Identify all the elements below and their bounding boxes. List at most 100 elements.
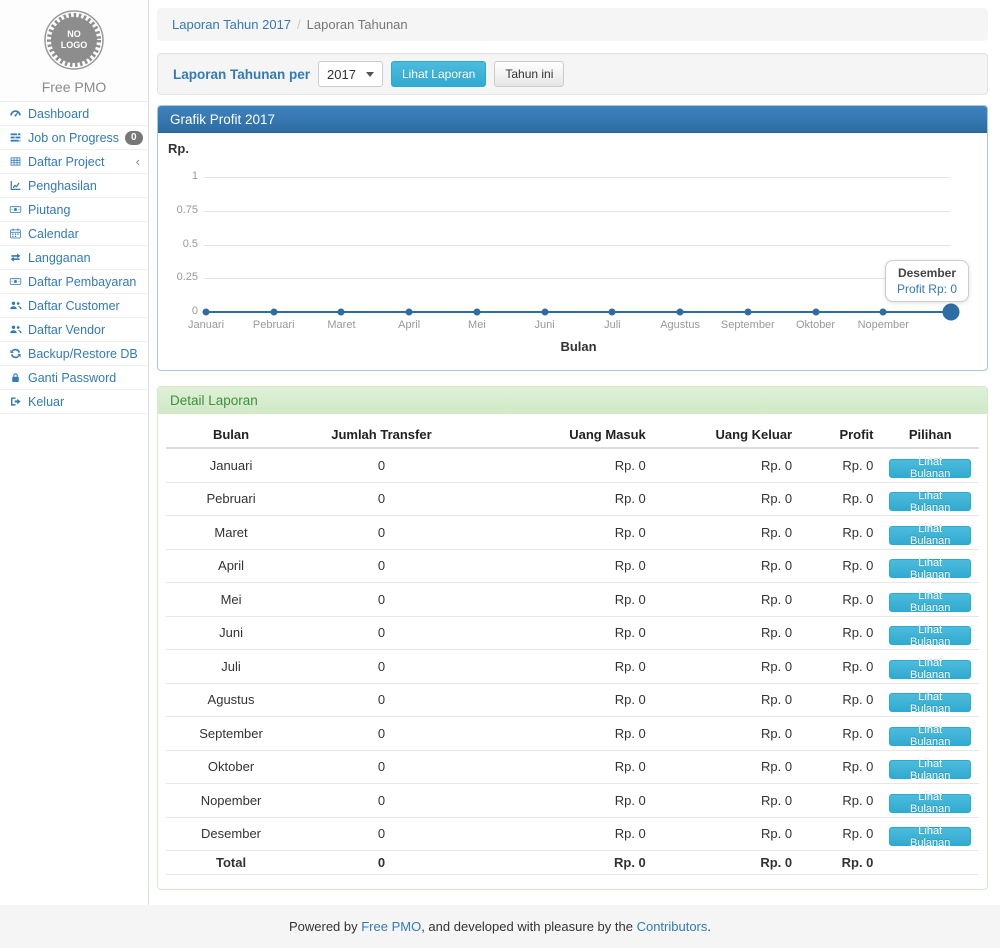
cell-bulan: Oktober bbox=[166, 750, 296, 784]
table-icon bbox=[8, 155, 22, 168]
sign-out-icon bbox=[8, 395, 22, 408]
chart-point-juli[interactable] bbox=[609, 309, 616, 316]
breadcrumb: Laporan Tahun 2017/Laporan Tahunan bbox=[157, 8, 988, 41]
cell-profit: Rp. 0 bbox=[800, 482, 881, 516]
cell-jumlah_transfer: 0 bbox=[296, 516, 467, 550]
detail-laporan-panel: Detail Laporan BulanJumlah TransferUang … bbox=[157, 386, 988, 890]
sidebar-item-keluar[interactable]: Keluar bbox=[0, 390, 148, 414]
sidebar-item-penghasilan[interactable]: Penghasilan bbox=[0, 174, 148, 198]
chart-point-oktober[interactable] bbox=[812, 309, 819, 316]
footer-text-prefix: Powered by bbox=[289, 919, 361, 934]
chart-point-nopember[interactable] bbox=[880, 309, 887, 316]
detail-panel-title: Detail Laporan bbox=[158, 387, 987, 414]
lihat-bulanan-button-oktober[interactable]: Lihat Bulanan bbox=[889, 760, 971, 779]
lihat-bulanan-button-juni[interactable]: Lihat Bulanan bbox=[889, 626, 971, 645]
lihat-bulanan-button-januari[interactable]: Lihat Bulanan bbox=[889, 459, 971, 478]
sidebar-item-daftar-customer[interactable]: Daftar Customer bbox=[0, 294, 148, 318]
cell-uang_masuk: Rp. 0 bbox=[467, 817, 654, 851]
lihat-bulanan-button-april[interactable]: Lihat Bulanan bbox=[889, 559, 971, 578]
sidebar-item-label: Daftar Pembayaran bbox=[28, 275, 136, 289]
sidebar-item-label: Piutang bbox=[28, 203, 70, 217]
sidebar-item-daftar-project[interactable]: Daftar Project‹ bbox=[0, 150, 148, 174]
sidebar-item-piutang[interactable]: Piutang bbox=[0, 198, 148, 222]
chart-y-axis-label: Rp. bbox=[168, 141, 189, 156]
sidebar-menu: DashboardJob on Progress0Daftar Project‹… bbox=[0, 101, 148, 414]
cell-pilihan: Lihat Bulanan bbox=[881, 683, 979, 717]
cell-uang_masuk: Rp. 0 bbox=[467, 516, 654, 550]
cell-uang_keluar: Rp. 0 bbox=[654, 717, 800, 751]
chart-y-tick-label: 0 bbox=[158, 305, 198, 317]
footer-link-contributors[interactable]: Contributors bbox=[637, 919, 708, 934]
sidebar-item-backup-restore-db[interactable]: Backup/Restore DB bbox=[0, 342, 148, 366]
lihat-bulanan-button-maret[interactable]: Lihat Bulanan bbox=[889, 526, 971, 545]
breadcrumb-current: Laporan Tahunan bbox=[307, 17, 408, 32]
svg-text:LOGO: LOGO bbox=[61, 40, 88, 50]
footer-link-free-pmo[interactable]: Free PMO bbox=[361, 919, 421, 934]
lihat-laporan-button[interactable]: Lihat Laporan bbox=[391, 61, 486, 87]
chart-point-desember[interactable] bbox=[943, 304, 960, 321]
sidebar: NO LOGO Free PMO DashboardJob on Progres… bbox=[0, 0, 149, 905]
chart-point-mei[interactable] bbox=[473, 309, 480, 316]
cell-bulan: Juni bbox=[166, 616, 296, 650]
sidebar-item-daftar-pembayaran[interactable]: Daftar Pembayaran bbox=[0, 270, 148, 294]
cell-uang_masuk: Rp. 0 bbox=[467, 717, 654, 751]
cell-pilihan: Lihat Bulanan bbox=[881, 784, 979, 818]
cell-profit: Rp. 0 bbox=[800, 616, 881, 650]
cell-uang_keluar: Rp. 0 bbox=[654, 482, 800, 516]
cell-uang_keluar: Rp. 0 bbox=[654, 616, 800, 650]
lihat-bulanan-button-mei[interactable]: Lihat Bulanan bbox=[889, 593, 971, 612]
tooltip-value: Profit Rp: 0 bbox=[897, 282, 957, 296]
chart-point-agustus[interactable] bbox=[677, 309, 684, 316]
sidebar-item-langganan[interactable]: Langganan bbox=[0, 246, 148, 270]
chart-point-pebruari[interactable] bbox=[270, 309, 277, 316]
cell-profit: Rp. 0 bbox=[800, 583, 881, 617]
year-select[interactable]: 2017 bbox=[318, 61, 383, 87]
lihat-bulanan-button-desember[interactable]: Lihat Bulanan bbox=[889, 827, 971, 846]
chart-x-tick-label: Maret bbox=[327, 319, 355, 331]
sidebar-item-job-on-progress[interactable]: Job on Progress0 bbox=[0, 126, 148, 150]
table-total-row: Total0Rp. 0Rp. 0Rp. 0 bbox=[166, 851, 979, 875]
cell-uang_masuk: Rp. 0 bbox=[467, 448, 654, 482]
cell-profit: Rp. 0 bbox=[800, 750, 881, 784]
table-row-nopember: Nopember0Rp. 0Rp. 0Rp. 0Lihat Bulanan bbox=[166, 784, 979, 818]
tooltip-title: Desember bbox=[897, 266, 957, 280]
chart-point-april[interactable] bbox=[406, 309, 413, 316]
cell-uang_keluar: Rp. 0 bbox=[654, 683, 800, 717]
cell-uang_masuk: Rp. 0 bbox=[467, 650, 654, 684]
lihat-bulanan-button-nopember[interactable]: Lihat Bulanan bbox=[889, 794, 971, 813]
cell-bulan: September bbox=[166, 717, 296, 751]
chart-point-september[interactable] bbox=[744, 309, 751, 316]
breadcrumb-link-laporan-tahun[interactable]: Laporan Tahun 2017 bbox=[172, 17, 291, 32]
cell-uang_masuk: Rp. 0 bbox=[467, 482, 654, 516]
column-header-uang-keluar: Uang Keluar bbox=[654, 422, 800, 448]
cell-jumlah_transfer: 0 bbox=[296, 482, 467, 516]
chart-y-tick-label: 1 bbox=[158, 170, 198, 182]
sidebar-item-dashboard[interactable]: Dashboard bbox=[0, 102, 148, 126]
table-row-juni: Juni0Rp. 0Rp. 0Rp. 0Lihat Bulanan bbox=[166, 616, 979, 650]
cell-jumlah_transfer: 0 bbox=[296, 549, 467, 583]
chart-point-juni[interactable] bbox=[541, 309, 548, 316]
sidebar-item-ganti-password[interactable]: Ganti Password bbox=[0, 366, 148, 390]
tahun-ini-button[interactable]: Tahun ini bbox=[494, 61, 564, 87]
total-uang_keluar: Rp. 0 bbox=[654, 851, 800, 875]
cell-uang_masuk: Rp. 0 bbox=[467, 784, 654, 818]
lihat-bulanan-button-september[interactable]: Lihat Bulanan bbox=[889, 727, 971, 746]
cell-profit: Rp. 0 bbox=[800, 448, 881, 482]
cell-bulan: Nopember bbox=[166, 784, 296, 818]
table-header-row: BulanJumlah TransferUang MasukUang Kelua… bbox=[166, 422, 979, 448]
sidebar-item-calendar[interactable]: Calendar bbox=[0, 222, 148, 246]
sidebar-item-daftar-vendor[interactable]: Daftar Vendor bbox=[0, 318, 148, 342]
cell-pilihan: Lihat Bulanan bbox=[881, 817, 979, 851]
lihat-bulanan-button-pebruari[interactable]: Lihat Bulanan bbox=[889, 492, 971, 511]
sidebar-item-label: Ganti Password bbox=[28, 371, 116, 385]
chart-point-januari[interactable] bbox=[203, 309, 210, 316]
sidebar-item-label: Daftar Customer bbox=[28, 299, 120, 313]
table-row-pebruari: Pebruari0Rp. 0Rp. 0Rp. 0Lihat Bulanan bbox=[166, 482, 979, 516]
chart-point-maret[interactable] bbox=[338, 309, 345, 316]
cell-uang_masuk: Rp. 0 bbox=[467, 750, 654, 784]
lihat-bulanan-button-agustus[interactable]: Lihat Bulanan bbox=[889, 693, 971, 712]
chart-y-tick-label: 0.25 bbox=[158, 271, 198, 283]
lihat-bulanan-button-juli[interactable]: Lihat Bulanan bbox=[889, 660, 971, 679]
cell-uang_keluar: Rp. 0 bbox=[654, 583, 800, 617]
cell-jumlah_transfer: 0 bbox=[296, 448, 467, 482]
